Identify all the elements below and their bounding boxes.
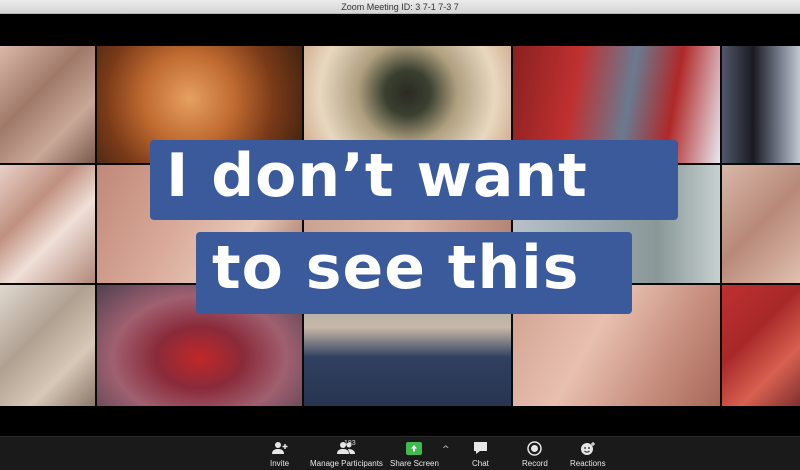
reactions-button[interactable]: Reactions <box>570 440 606 468</box>
video-tile[interactable] <box>0 165 95 283</box>
invite-button[interactable]: Invite <box>270 440 289 468</box>
manage-participants-button[interactable]: 183 Manage Participants <box>310 440 383 468</box>
invite-label: Invite <box>270 459 290 468</box>
chat-icon <box>473 440 488 456</box>
participants-label: Manage Participants <box>310 459 383 468</box>
share-screen-label: Share Screen <box>390 459 439 468</box>
video-tile[interactable] <box>722 165 800 283</box>
video-tile[interactable] <box>722 46 800 163</box>
bottom-black-bar <box>0 406 800 436</box>
video-gallery <box>0 46 800 406</box>
record-icon <box>527 440 543 456</box>
top-black-bar <box>0 14 800 46</box>
meeting-toolbar: Invite 183 Manage Participants Share Scr… <box>0 436 800 470</box>
record-button[interactable]: Record <box>522 440 548 468</box>
overlay-caption-line1: I don’t want <box>150 140 678 220</box>
record-label: Record <box>522 459 548 468</box>
overlay-caption-line2: to see this <box>196 232 632 314</box>
reactions-label: Reactions <box>570 459 606 468</box>
reactions-icon <box>580 440 596 456</box>
share-options-caret[interactable]: ^ <box>442 445 450 455</box>
video-tile[interactable] <box>0 285 95 406</box>
participants-count: 183 <box>344 440 356 447</box>
video-tile[interactable] <box>0 46 95 163</box>
add-user-icon <box>271 440 288 456</box>
window-titlebar: Zoom Meeting ID: 3 7-1 7-3 7 <box>0 0 800 14</box>
window-title: Zoom Meeting ID: 3 7-1 7-3 7 <box>341 2 459 12</box>
video-tile[interactable] <box>722 285 800 406</box>
chat-button[interactable]: Chat <box>472 440 489 468</box>
share-screen-icon <box>406 440 423 456</box>
share-screen-button[interactable]: Share Screen <box>390 440 439 468</box>
chat-label: Chat <box>472 459 489 468</box>
